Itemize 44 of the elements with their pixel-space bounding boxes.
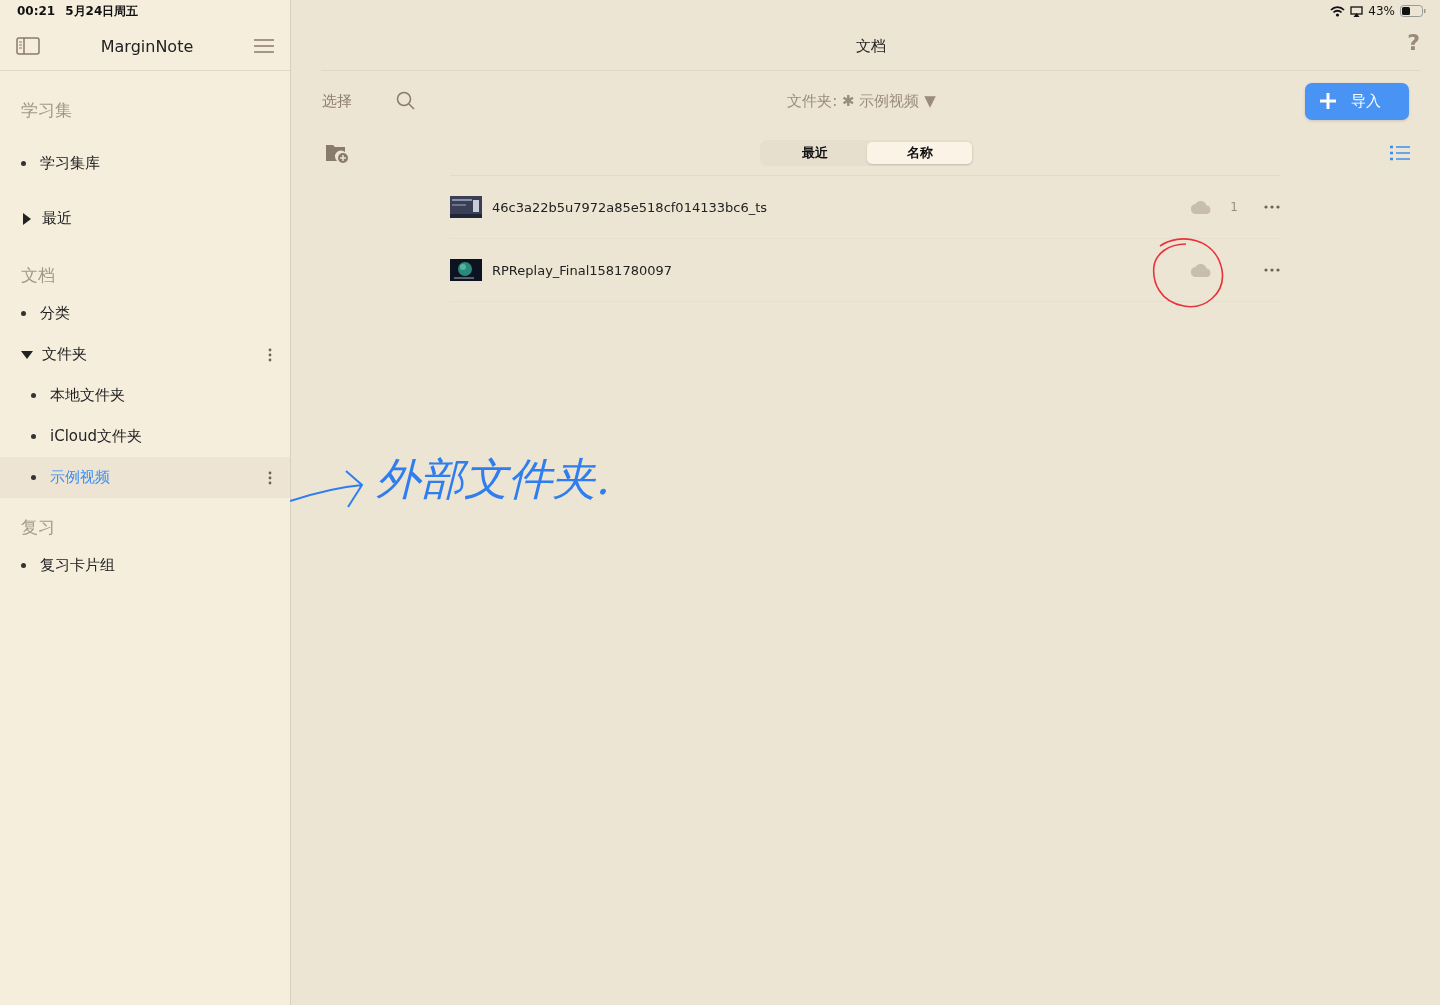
file-row[interactable]: 46c3a22b5u7972a85e518cf014133bc6_ts 1 <box>450 176 1280 239</box>
section-header: 文档 <box>20 264 56 287</box>
bullet-icon <box>21 161 26 166</box>
section-header: 复习 <box>20 516 56 539</box>
menu-icon[interactable] <box>254 39 274 53</box>
sidebar-item[interactable]: iCloud文件夹 <box>0 416 290 457</box>
status-date: 5月24日周五 <box>65 2 139 20</box>
page-title: 文档 <box>855 36 886 56</box>
status-time: 00:21 <box>17 4 56 18</box>
caret-down-icon[interactable] <box>21 348 33 361</box>
airplay-icon <box>1350 5 1364 17</box>
more-icon[interactable] <box>1264 268 1280 272</box>
note-count: 1 <box>1229 200 1239 214</box>
wifi-icon <box>1330 5 1346 17</box>
bullet-icon <box>21 311 26 316</box>
plus-icon <box>1319 92 1337 110</box>
sort-tab[interactable]: 名称 <box>867 142 972 164</box>
app-title: MarginNote <box>100 36 194 56</box>
sidebar-item[interactable]: 分类 <box>0 293 290 334</box>
sidebar-item[interactable]: 文件夹 <box>0 334 290 375</box>
bullet-icon <box>31 434 36 439</box>
more-icon[interactable] <box>1264 205 1280 209</box>
more-icon[interactable] <box>268 347 272 362</box>
sidebar-icon[interactable] <box>16 37 40 55</box>
file-name: RPReplay_Final1581780097 <box>492 262 673 278</box>
sidebar-item[interactable]: 学习集库 <box>0 136 290 191</box>
sidebar-item[interactable]: 最近 <box>0 191 290 246</box>
new-folder-icon[interactable] <box>325 142 349 164</box>
battery-percent: 43% <box>1368 4 1395 18</box>
handwritten-note: 外部文件夹. <box>376 452 610 506</box>
bullet-icon <box>31 475 36 480</box>
sort-tab[interactable]: 最近 <box>762 142 867 164</box>
battery-icon <box>1400 5 1426 17</box>
bullet-icon <box>21 563 26 568</box>
more-icon[interactable] <box>268 470 272 485</box>
bullet-icon <box>31 393 36 398</box>
section-header: 学习集 <box>20 99 73 122</box>
file-name: 46c3a22b5u7972a85e518cf014133bc6_ts <box>492 199 769 215</box>
list-view-icon[interactable] <box>1390 145 1410 161</box>
sidebar-item[interactable]: 复习卡片组 <box>0 545 290 586</box>
file-row[interactable]: RPReplay_Final1581780097 <box>450 239 1280 302</box>
caret-right-icon[interactable] <box>21 212 33 225</box>
sidebar-item[interactable]: 本地文件夹 <box>0 375 290 416</box>
search-icon[interactable] <box>396 91 416 111</box>
